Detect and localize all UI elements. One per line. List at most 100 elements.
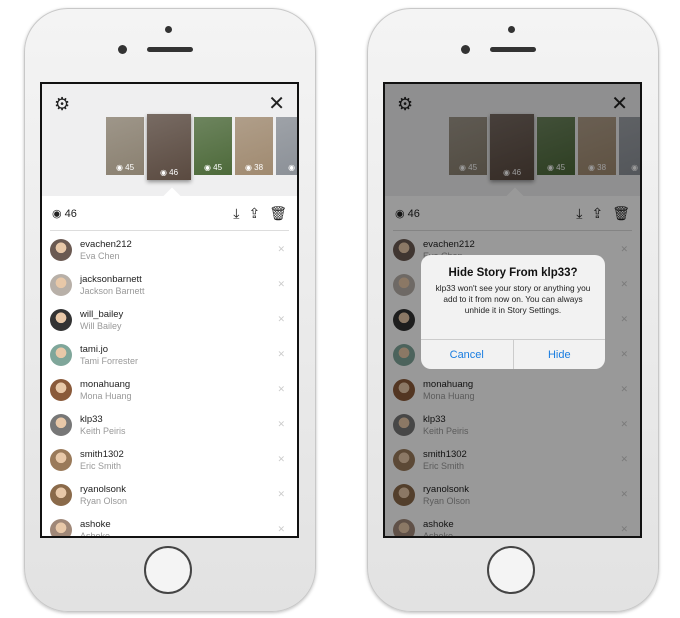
story-thumbnail[interactable]: ◉ 46 <box>147 114 191 180</box>
avatar <box>50 238 72 261</box>
viewer-text: monahuang Mona Huang <box>80 379 132 401</box>
avatar <box>50 273 72 296</box>
username: ashoke <box>80 518 111 530</box>
viewer-text: ashoke Ashoke <box>80 518 111 538</box>
list-item[interactable]: monahuang Mona Huang ✕ <box>42 372 297 407</box>
share-icon[interactable]: ⇪ <box>248 205 260 222</box>
list-item[interactable]: will_baileyWill Bailey ✕ <box>42 302 297 337</box>
full-name: Jackson Barnett <box>80 285 145 296</box>
list-item[interactable]: ashoke Ashoke ✕ <box>42 512 297 538</box>
story-thumbnails: ◉ 45 ◉ 46 ◉ 45 ◉ 38 ◉ 3 <box>106 114 299 180</box>
thumbnail-view-count: ◉ 45 <box>203 163 223 172</box>
hide-viewer-icon[interactable]: ✕ <box>277 454 285 465</box>
username: ryanolsonk <box>80 483 126 495</box>
alert-message: klp33 won't see your story or anything y… <box>435 283 591 315</box>
alert-title: Hide Story From klp33? <box>448 267 578 279</box>
front-camera <box>165 26 172 33</box>
username: tami.jo <box>80 343 108 355</box>
list-item[interactable]: evachen212Eva Chen ✕ <box>42 232 297 267</box>
viewer-count: ◉ 46 <box>52 207 77 220</box>
hide-viewer-icon[interactable]: ✕ <box>277 349 285 360</box>
hide-viewer-icon[interactable]: ✕ <box>277 489 285 500</box>
cancel-button[interactable]: Cancel <box>421 340 513 369</box>
viewer-count-value: 46 <box>64 207 77 220</box>
full-name: Tami Forrester <box>80 355 139 366</box>
story-thumbnail[interactable]: ◉ 38 <box>235 117 273 175</box>
hide-viewer-icon[interactable]: ✕ <box>277 524 285 535</box>
hide-viewer-icon[interactable]: ✕ <box>277 419 285 430</box>
username: klp33 <box>80 413 103 425</box>
view-count: 46 <box>169 168 179 177</box>
speaker <box>490 47 536 52</box>
avatar <box>50 343 72 366</box>
thumbnail-view-count: ◉ 45 <box>115 163 135 172</box>
username: evachen212 <box>80 238 132 250</box>
list-item[interactable]: klp33 Keith Peiris ✕ <box>42 407 297 442</box>
avatar <box>50 518 72 536</box>
username: smith1302 <box>80 448 124 460</box>
full-name: Eva Chen <box>80 250 120 261</box>
camera-lens <box>118 45 127 54</box>
thumbnail-view-count: ◉ 3 <box>276 163 299 172</box>
story-thumbnail[interactable]: ◉ 45 <box>106 117 144 175</box>
gear-icon[interactable]: ⚙ <box>54 94 70 115</box>
hide-button[interactable]: Hide <box>512 340 606 369</box>
full-name: Eric Smith <box>80 460 122 471</box>
viewer-text: klp33 Keith Peiris <box>80 414 126 436</box>
thumbnail-view-count: ◉ 38 <box>244 163 264 172</box>
phone-right: ⚙✕◉ 45◉ 46◉ 45◉ 38◉ 3◉ 46⤓⇪🗑evachen212Ev… <box>367 8 659 612</box>
view-count: 45 <box>213 163 223 172</box>
list-item[interactable]: jacksonbarnettJackson Barnett ✕ <box>42 267 297 302</box>
screen: ⚙ ✕ ◉ 45 ◉ 46 ◉ 45 ◉ 38 ◉ 3 ◉ 46 ⤓ ⇪ 🗑 evachen212Ev… <box>40 82 299 538</box>
full-name: Will Bailey <box>80 320 122 331</box>
avatar <box>50 308 72 331</box>
view-count: 45 <box>125 163 135 172</box>
viewer-text: jacksonbarnettJackson Barnett <box>80 274 145 296</box>
full-name: Ashoke <box>80 530 111 538</box>
viewer-text: evachen212Eva Chen <box>80 239 132 261</box>
username: jacksonbarnett <box>80 273 142 285</box>
alert-buttons: Cancel Hide <box>421 339 605 369</box>
viewer-text: will_baileyWill Bailey <box>80 309 123 331</box>
avatar <box>50 448 72 471</box>
hide-viewer-icon[interactable]: ✕ <box>277 314 285 325</box>
username: will_bailey <box>80 308 124 320</box>
home-button[interactable] <box>487 546 535 594</box>
camera-lens <box>461 45 470 54</box>
viewer-text: ryanolsonk Ryan Olson <box>80 484 127 506</box>
view-count: 3 <box>640 163 642 172</box>
viewer-text: tami.joTami Forrester <box>80 344 138 366</box>
viewer-list: evachen212Eva Chen✕jacksonbarnettJackson… <box>42 232 297 538</box>
avatar <box>50 483 72 506</box>
view-count: 38 <box>254 163 264 172</box>
story-tray: ⚙ ✕ ◉ 45 ◉ 46 ◉ 45 ◉ 38 ◉ 3 <box>42 84 297 196</box>
thumbnail-view-count: ◉ 46 <box>159 168 179 177</box>
avatar <box>50 413 72 436</box>
hide-viewer-icon[interactable]: ✕ <box>277 244 285 255</box>
avatar <box>50 378 72 401</box>
full-name: Keith Peiris <box>80 425 126 436</box>
story-thumbnail[interactable]: ◉ 3 <box>276 117 299 175</box>
username: monahuang <box>80 378 131 390</box>
speaker <box>147 47 193 52</box>
full-name: Ryan Olson <box>80 495 128 506</box>
divider <box>50 230 289 231</box>
screen: ⚙✕◉ 45◉ 46◉ 45◉ 38◉ 3◉ 46⤓⇪🗑evachen212Ev… <box>383 82 642 538</box>
list-item[interactable]: tami.joTami Forrester ✕ <box>42 337 297 372</box>
front-camera <box>508 26 515 33</box>
close-icon[interactable]: ✕ <box>268 91 285 116</box>
list-item[interactable]: smith1302 Eric Smith ✕ <box>42 442 297 477</box>
list-item[interactable]: ryanolsonk Ryan Olson ✕ <box>42 477 297 512</box>
hide-story-alert: Hide Story From klp33? klp33 won't see yo… <box>421 255 605 369</box>
trash-icon[interactable]: 🗑 <box>269 205 287 222</box>
full-name: Mona Huang <box>80 390 132 401</box>
hide-viewer-icon[interactable]: ✕ <box>277 279 285 290</box>
home-button[interactable] <box>144 546 192 594</box>
viewer-text: smith1302 Eric Smith <box>80 449 124 471</box>
phone-left: ⚙ ✕ ◉ 45 ◉ 46 ◉ 45 ◉ 38 ◉ 3 ◉ 46 ⤓ ⇪ 🗑 evachen212Ev… <box>24 8 316 612</box>
download-icon[interactable]: ⤓ <box>233 205 239 222</box>
hide-viewer-icon[interactable]: ✕ <box>277 384 285 395</box>
story-actions-bar: ◉ 46 ⤓ ⇪ 🗑 <box>42 196 297 230</box>
view-count: 3 <box>297 163 299 172</box>
story-thumbnail[interactable]: ◉ 45 <box>194 117 232 175</box>
